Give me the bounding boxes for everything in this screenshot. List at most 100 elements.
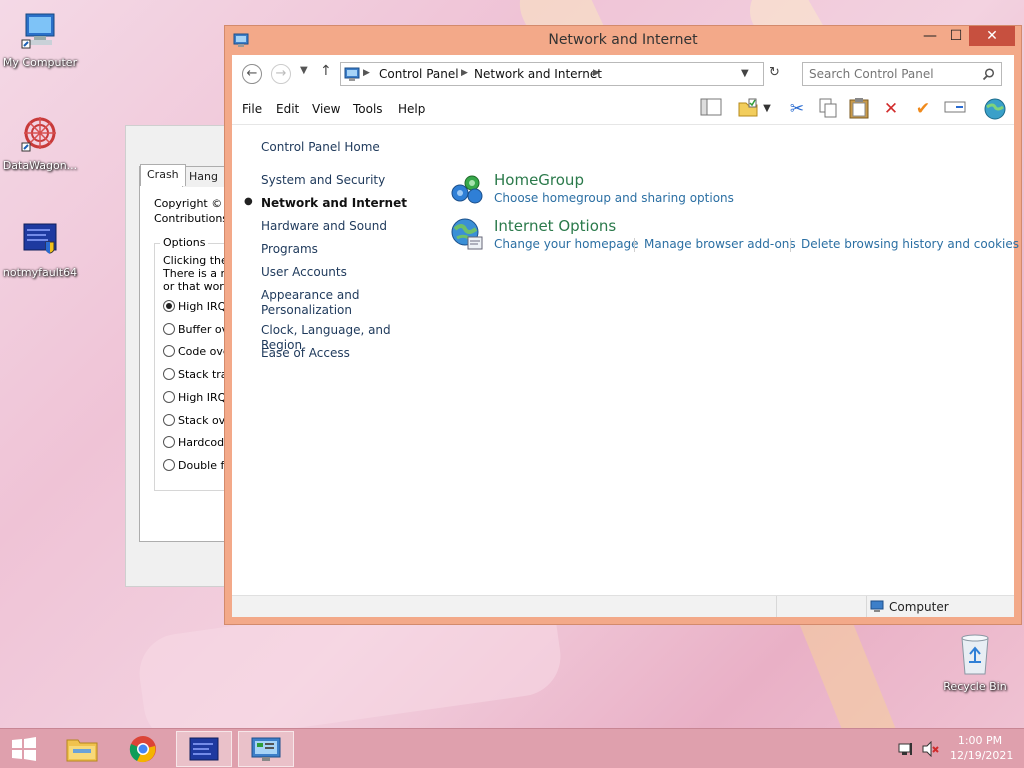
up-arrow-icon[interactable]: ↑ [320,63,332,79]
breadcrumb-separator-icon: ▶ [363,68,370,78]
nav-appearance-and-personalization[interactable]: Appearance and Personalization [261,288,371,318]
notmyfault-dialog[interactable]: Copyright © 20 Contributions b Options C… [125,125,235,587]
folder-options-dropdown-icon[interactable]: ▼ [760,97,774,121]
delete-icon[interactable]: ✕ [879,97,903,121]
desktop-icon-recycle-bin[interactable]: Recycle Bin [935,632,1015,693]
address-dropdown-icon[interactable]: ▼ [741,68,749,79]
nav-ease-of-access[interactable]: Ease of Access [261,346,350,361]
radio-button[interactable] [163,459,175,471]
radio-button[interactable] [163,414,175,426]
notmyfault-icon [23,223,57,254]
control-panel-window[interactable]: Network and Internet — ☐ ✕ ← → ▼ ↑ ▶ Con… [224,25,1022,625]
recent-pages-dropdown-icon[interactable]: ▼ [300,65,308,76]
cut-icon[interactable]: ✂ [785,97,809,121]
tab-crash[interactable]: Crash [140,164,186,186]
taskbar-control-panel[interactable] [238,731,294,767]
minimize-button[interactable]: — [917,26,943,46]
copy-icon[interactable] [816,97,840,121]
start-button[interactable] [0,731,48,767]
nav-hardware-and-sound[interactable]: Hardware and Sound [261,219,387,234]
menu-bar: File Edit View Tools Help ▼ ✂ ✕ ✔ [232,93,1014,125]
tab-hang[interactable]: Hang [182,166,225,187]
current-item-bullet-icon: ● [244,196,253,207]
address-bar: ← → ▼ ↑ ▶ Control Panel ▶ Network and In… [232,55,1014,93]
radio-button[interactable] [163,300,175,312]
nav-control-panel-home[interactable]: Control Panel Home [261,140,380,155]
delete-history-link[interactable]: Delete browsing history and cookies [801,237,1019,251]
close-button[interactable]: ✕ [969,26,1015,46]
homegroup-title-link[interactable]: HomeGroup [494,171,584,189]
folder-options-icon[interactable] [736,97,760,121]
radio-option[interactable]: High IRQL [163,391,232,404]
computer-icon [21,13,55,49]
refresh-icon[interactable]: ↻ [769,65,780,80]
radio-button[interactable] [163,345,175,357]
status-divider [866,596,867,617]
dialog-tab-panel: Copyright © 20 Contributions b Options C… [139,166,234,542]
maximize-button[interactable]: ☐ [943,26,969,46]
radio-button[interactable] [163,391,175,403]
menu-help[interactable]: Help [398,102,425,116]
contributions-text: Contributions b [154,212,234,225]
windows-logo-icon [12,737,36,761]
radio-option[interactable]: Code ove [163,345,230,358]
properties-check-icon[interactable]: ✔ [911,97,935,121]
network-tray-icon[interactable] [898,741,914,757]
nav-user-accounts[interactable]: User Accounts [261,265,347,280]
radio-option[interactable]: High IRQL [163,300,232,313]
control-panel-small-icon [344,67,360,81]
taskbar-notmyfault[interactable] [176,731,232,767]
link-separator [790,238,791,252]
nav-system-and-security[interactable]: System and Security [261,173,385,188]
paste-icon[interactable] [847,97,871,121]
layout-pane-icon[interactable] [699,97,723,121]
radio-option[interactable]: Stack tras [163,368,233,381]
desktop-icon-label: Recycle Bin [943,680,1007,693]
window-client: ← → ▼ ↑ ▶ Control Panel ▶ Network and In… [232,55,1019,617]
radio-button[interactable] [163,323,175,335]
nav-network-and-internet[interactable]: Network and Internet [261,196,407,211]
taskbar-chrome[interactable] [115,731,171,767]
radio-option[interactable]: Stack ove [163,414,232,427]
radio-button[interactable] [163,436,175,448]
volume-muted-icon[interactable] [922,741,940,757]
radio-option[interactable]: Double fr [163,459,229,472]
notmyfault-taskbar-icon [189,737,219,761]
desktop-icon-my-computer[interactable]: My Computer [0,10,80,69]
radio-option[interactable]: Hardcode [163,436,231,449]
back-button[interactable]: ← [242,64,262,84]
desktop-icon-label: My Computer [2,56,78,69]
breadcrumb-network-internet[interactable]: Network and Internet [474,67,602,81]
chrome-icon [129,736,156,763]
window-title: Network and Internet [548,32,698,48]
left-navigation: Control Panel Home System and Security ●… [232,126,432,587]
desktop-icon-notmyfault64[interactable]: notmyfault64 [0,220,80,279]
menu-file[interactable]: File [242,102,262,116]
breadcrumb-control-panel[interactable]: Control Panel [379,67,459,81]
desktop-icon-label: notmyfault64 [2,266,78,279]
taskbar-file-explorer[interactable] [54,731,110,767]
title-bar[interactable]: Network and Internet — ☐ ✕ [225,26,1021,55]
menu-tools[interactable]: Tools [353,102,383,116]
radio-button[interactable] [163,368,175,380]
search-input[interactable] [809,66,974,82]
homegroup-sharing-link[interactable]: Choose homegroup and sharing options [494,191,734,205]
menu-edit[interactable]: Edit [276,102,299,116]
manage-addons-link[interactable]: Manage browser add-ons [644,237,796,251]
clock[interactable]: 1:00 PM 12/19/2021 [950,734,1013,762]
radio-option[interactable]: Buffer ov [163,323,228,336]
change-homepage-link[interactable]: Change your homepage [494,237,639,251]
globe-icon[interactable] [983,97,1007,121]
search-box[interactable] [802,62,1002,86]
desktop-icon-label: DataWagon... [2,159,78,172]
rename-icon[interactable] [943,97,967,121]
nav-programs[interactable]: Programs [261,242,318,257]
menu-view[interactable]: View [312,102,340,116]
desktop-icon-datawagon[interactable]: DataWagon... [0,113,80,172]
internet-options-title-link[interactable]: Internet Options [494,217,616,235]
forward-button[interactable]: → [271,64,291,84]
search-icon[interactable] [982,68,995,81]
internet-options-icon [451,218,483,250]
address-box[interactable]: ▶ Control Panel ▶ Network and Internet ▶… [340,62,780,86]
copyright-text: Copyright © 20 [154,197,234,210]
